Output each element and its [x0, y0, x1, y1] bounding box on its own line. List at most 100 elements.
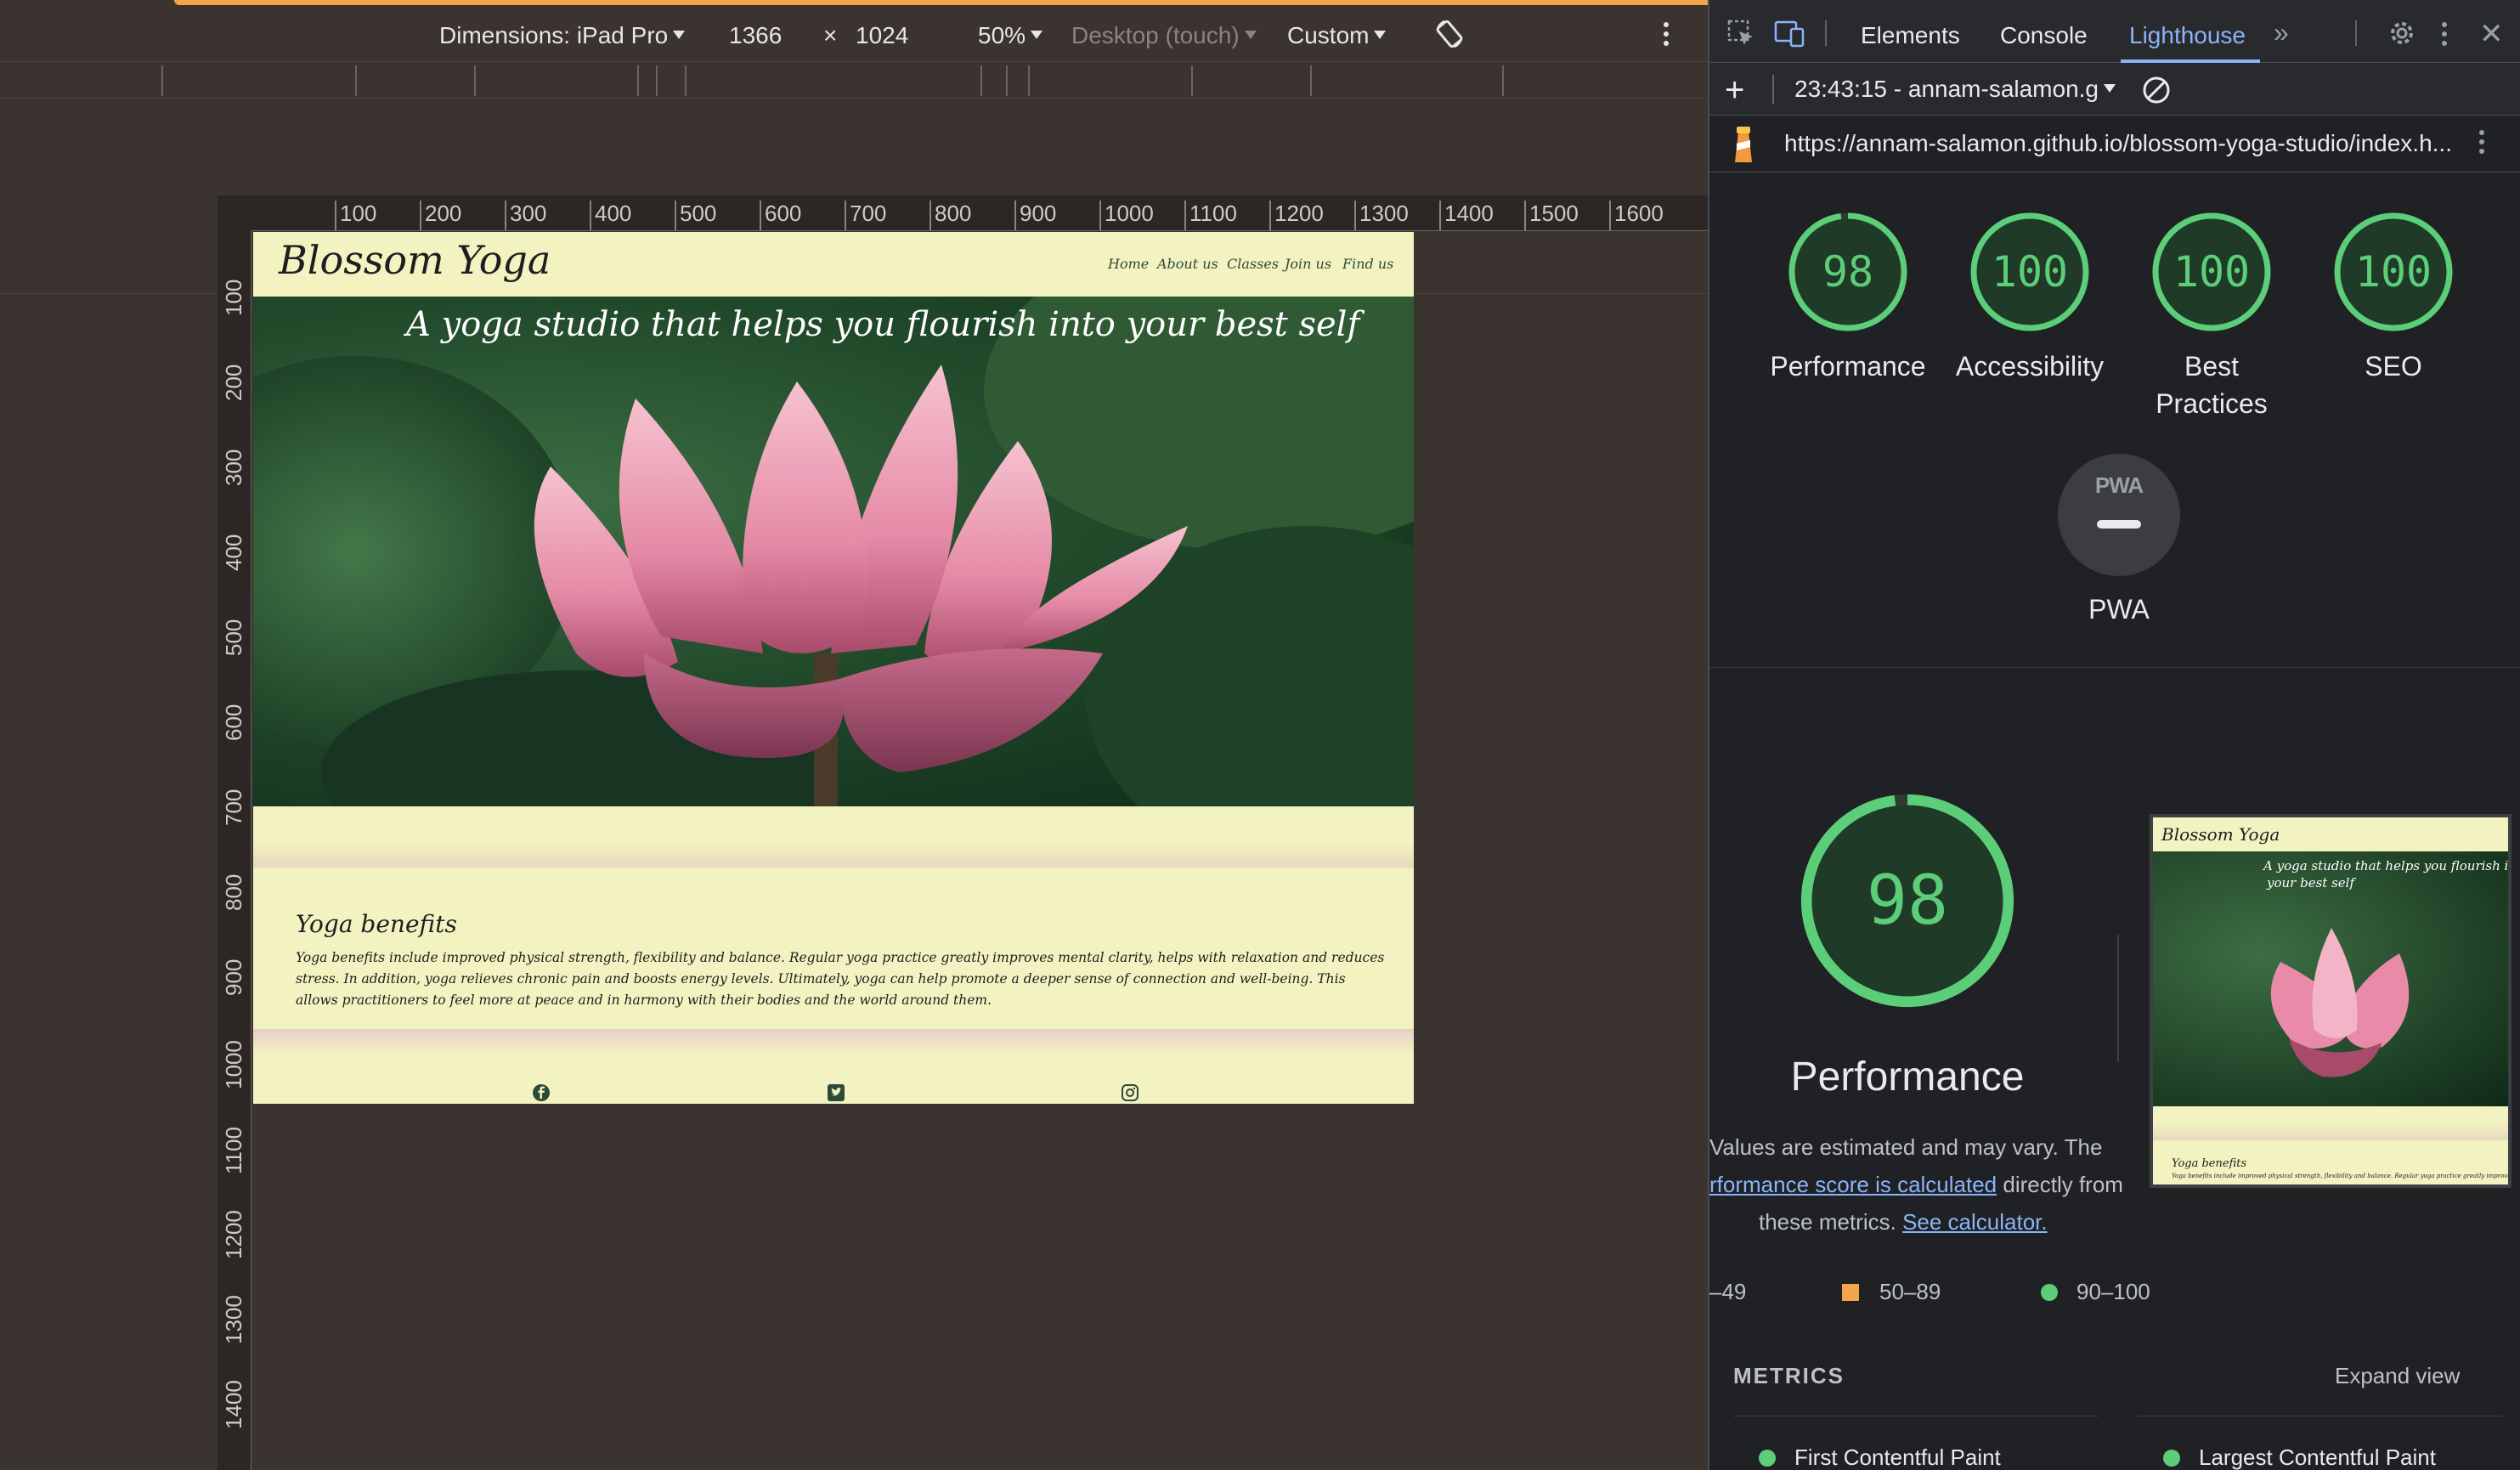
hero-tagline: A yoga studio that helps you flourish in…	[406, 305, 1360, 344]
legend-average-label: 50–89	[1879, 1279, 1941, 1304]
ruler-v-label: 1100	[221, 1127, 246, 1174]
score-value: 100	[2173, 247, 2251, 297]
benefits-section: Yoga benefits Yoga benefits include impr…	[253, 868, 1414, 1029]
customize-menu-icon[interactable]	[2442, 22, 2447, 50]
device-toggle-icon[interactable]	[1774, 19, 1806, 48]
ruler-h-label: 100	[335, 201, 376, 230]
throttle-dropdown[interactable]: Custom	[1287, 22, 1387, 49]
ruler-h-label: 700	[845, 201, 886, 230]
separator	[2355, 20, 2357, 46]
ruler-h-label: 300	[505, 201, 546, 230]
ruler-v-label: 300	[221, 449, 246, 486]
ruler-h-label: 1300	[1354, 201, 1409, 230]
width-input[interactable]: 1366	[729, 17, 782, 51]
clear-icon[interactable]	[2141, 75, 2172, 105]
score-value: 100	[1991, 247, 2069, 297]
tab-elements[interactable]: Elements	[1861, 22, 1960, 49]
chevron-down-icon	[1244, 31, 1257, 39]
close-icon[interactable]: ✕	[2479, 17, 2504, 51]
score-label-line2: Practices	[2156, 388, 2268, 419]
report-selector[interactable]: 23:43:15 - annam-salamon.g	[1794, 76, 2116, 103]
vertical-ruler: 100 200 300 400 500 600 700 800 900 1000…	[218, 231, 251, 1470]
final-screenshot-thumbnail[interactable]: Blossom Yoga A yoga studio that helps yo…	[2150, 814, 2512, 1188]
report-selector-label: 23:43:15 - annam-salamon.g	[1794, 76, 2099, 102]
thumb-hero: A yoga studio that helps you flourish i …	[2153, 851, 2509, 1106]
thumb-tagline-1: A yoga studio that helps you flourish i	[2263, 858, 2509, 874]
score-calc-link[interactable]: rformance score is calculated	[1709, 1172, 1997, 1197]
expand-view-toggle[interactable]: Expand view	[2335, 1363, 2460, 1389]
chevron-down-icon	[1374, 31, 1387, 39]
ruler-v-label: 1000	[221, 1040, 246, 1089]
device-type-dropdown[interactable]: Desktop (touch)	[1071, 22, 1257, 49]
benefits-title: Yoga benefits	[296, 910, 457, 938]
media-query-bar[interactable]	[0, 61, 1708, 99]
performance-big-score: 98	[1866, 861, 1949, 940]
score-label: SEO	[2365, 351, 2422, 382]
tab-console[interactable]: Console	[2000, 22, 2088, 49]
pwa-label: PWA	[2088, 594, 2150, 625]
ruler-v-label: 1400	[221, 1380, 246, 1429]
nav-link-join[interactable]: Join us	[1285, 256, 1331, 272]
site-logo[interactable]: Blossom Yoga	[279, 237, 551, 283]
chevron-down-icon	[1031, 31, 1043, 39]
devtools-panel: Elements Console Lighthouse » ✕ + 23:43:…	[1708, 0, 2520, 1470]
see-calculator-link[interactable]: See calculator.	[1902, 1209, 2048, 1235]
more-tabs-icon[interactable]: »	[2274, 17, 2289, 48]
score-note-line3: these metrics. See calculator.	[1759, 1209, 2048, 1235]
report-url-bar: https://annam-salamon.github.io/blossom-…	[1709, 116, 2520, 172]
plus-icon[interactable]: +	[1725, 71, 1744, 110]
report-menu-icon[interactable]	[2479, 130, 2484, 158]
lighthouse-logo-icon	[1735, 127, 1752, 162]
chevron-down-icon	[673, 31, 686, 39]
zoom-dropdown[interactable]: 50%	[978, 22, 1043, 49]
site-navbar: Blossom Yoga Home About us Classes Join …	[253, 232, 1414, 297]
ruler-corner	[218, 195, 251, 231]
nav-link-home[interactable]: Home	[1108, 256, 1149, 272]
score-value: 100	[2354, 247, 2432, 297]
score-label: Performance	[1770, 351, 1926, 382]
separator	[1825, 20, 1827, 46]
nav-link-about[interactable]: About us	[1157, 256, 1218, 272]
facebook-icon[interactable]	[532, 1083, 551, 1102]
square-icon	[1842, 1284, 1859, 1301]
score-note-line1: Values are estimated and may vary. The	[1709, 1134, 2103, 1160]
height-input[interactable]: 1024	[856, 17, 908, 51]
rotate-icon[interactable]	[1432, 17, 1466, 51]
pwa-dash-icon	[2097, 520, 2141, 529]
thumb-benefits-title: Yoga benefits	[2172, 1157, 2247, 1170]
section-band	[253, 806, 1414, 868]
ruler-h-label: 400	[590, 201, 631, 230]
thumb-tagline-2: your best self	[2267, 875, 2355, 890]
device-type-label: Desktop (touch)	[1071, 22, 1240, 48]
report-url[interactable]: https://annam-salamon.github.io/blossom-…	[1784, 130, 2452, 157]
ruler-v-label: 1300	[221, 1295, 246, 1344]
circle-icon	[2041, 1284, 2058, 1301]
lighthouse-toolbar: + 23:43:15 - annam-salamon.g	[1709, 63, 2520, 116]
separator	[1772, 75, 1774, 104]
instagram-icon[interactable]	[1121, 1083, 1139, 1102]
ruler-v-label: 200	[221, 364, 246, 401]
score-note-line2: rformance score is calculated directly f…	[1709, 1172, 2123, 1198]
settings-gear-icon[interactable]	[2387, 19, 2416, 48]
inspect-element-icon[interactable]	[1726, 19, 1755, 48]
ruler-h-label: 1400	[1439, 201, 1494, 230]
ruler-v-label: 100	[221, 279, 246, 316]
divider	[2117, 935, 2119, 1062]
ruler-h-label: 900	[1014, 201, 1056, 230]
ruler-v-label: 800	[221, 874, 246, 911]
pwa-badge[interactable]: PWA	[2058, 454, 2180, 576]
nav-link-find[interactable]: Find us	[1342, 256, 1393, 272]
score-value: 98	[1822, 247, 1874, 297]
twitter-icon[interactable]	[827, 1083, 845, 1102]
ruler-v-label: 1200	[221, 1210, 246, 1259]
score-label: Best	[2184, 351, 2240, 382]
zoom-label: 50%	[978, 22, 1026, 48]
more-options-icon[interactable]	[1664, 22, 1669, 50]
device-dimensions-dropdown[interactable]: Dimensions: iPad Pro	[439, 22, 686, 49]
hero-image: A yoga studio that helps you flourish in…	[253, 297, 1414, 806]
nav-link-classes[interactable]: Classes	[1227, 256, 1279, 272]
ruler-h-label: 1600	[1609, 201, 1664, 230]
circle-icon	[1759, 1450, 1776, 1467]
tab-lighthouse[interactable]: Lighthouse	[2129, 22, 2246, 49]
ruler-v-label: 900	[221, 958, 246, 996]
